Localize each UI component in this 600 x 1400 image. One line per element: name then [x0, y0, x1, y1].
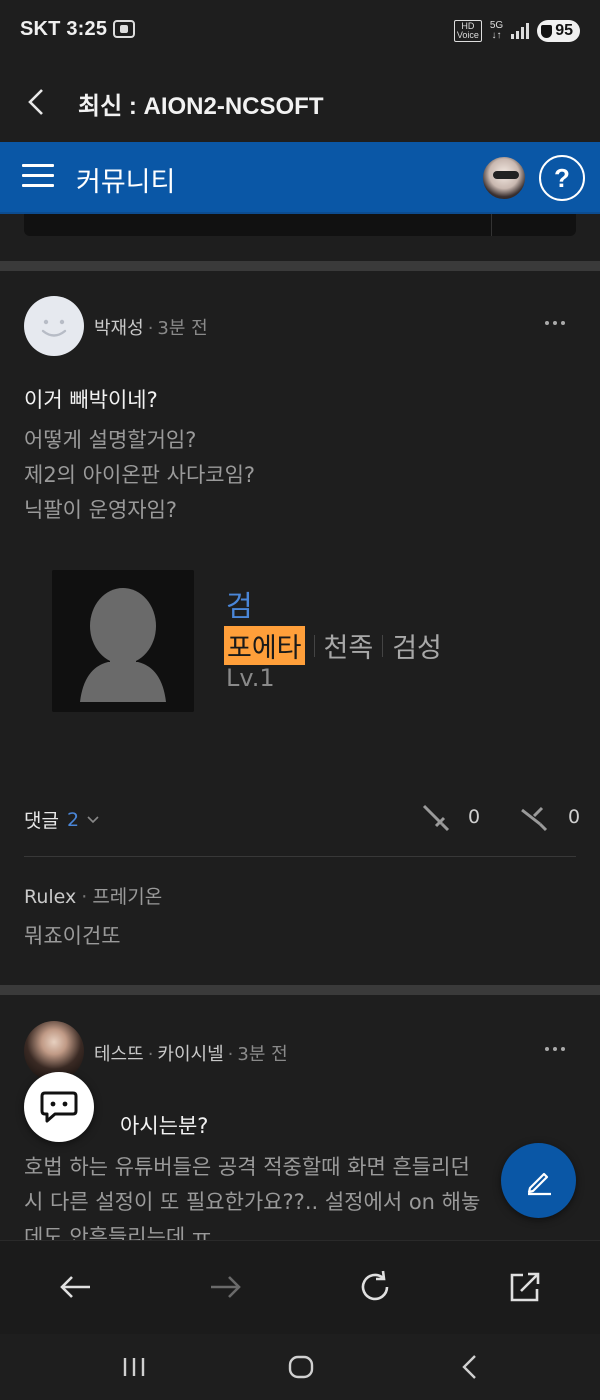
chevron-left-icon: [462, 1355, 476, 1379]
status-bar: SKT 3:25 HD Voice 5G ↓↑ 95: [0, 0, 600, 64]
character-name: 포에타: [224, 626, 305, 665]
like-count: 0: [468, 806, 481, 828]
recent-apps-button[interactable]: [119, 1352, 149, 1382]
character-race: 천족: [323, 633, 374, 664]
comment-separator: [24, 856, 576, 857]
arrow-left-icon: [60, 1276, 90, 1298]
comment-author[interactable]: Rulex: [24, 886, 76, 908]
post-author[interactable]: 박재성: [94, 318, 144, 339]
back-button[interactable]: [18, 84, 54, 120]
post-title[interactable]: 이거 빼박이네?: [24, 384, 158, 414]
title-bar: 최신 : AION2-NCSOFT: [0, 64, 600, 142]
post-server: 카이시넬: [157, 1044, 224, 1065]
menu-icon[interactable]: [22, 164, 54, 190]
profile-avatar[interactable]: [481, 155, 527, 201]
comments-count: 2: [66, 808, 80, 831]
more-options-icon[interactable]: [545, 321, 573, 331]
home-icon: [288, 1355, 314, 1379]
home-button[interactable]: [286, 1352, 316, 1382]
status-icons: HD Voice 5G ↓↑ 95: [453, 20, 580, 42]
help-button[interactable]: ?: [539, 155, 585, 201]
post-time: 3분 전: [237, 1044, 288, 1065]
battery-percent: 95: [555, 22, 573, 39]
browser-reload-button[interactable]: [355, 1267, 395, 1307]
recent-apps-icon: [123, 1358, 145, 1376]
like-button[interactable]: 0: [420, 802, 480, 832]
reload-icon: [361, 1270, 389, 1301]
post-meta: 테스뜨 · 카이시넬 · 3분 전: [94, 1044, 288, 1065]
character-portrait: [52, 570, 194, 712]
network-type-icon: 5G ↓↑: [489, 20, 504, 41]
more-options-icon[interactable]: [545, 1047, 573, 1057]
post-body[interactable]: 어떻게 설명할거임? 제2의 아이온판 사다코임? 닉팔이 운영자임?: [24, 423, 255, 528]
open-external-icon: [510, 1272, 540, 1302]
dislike-count: 0: [568, 806, 581, 828]
browser-share-button[interactable]: [505, 1267, 545, 1307]
post-author[interactable]: 테스뜨: [94, 1044, 144, 1065]
browser-forward-button[interactable]: [205, 1267, 245, 1307]
page-title: 최신 : AION2-NCSOFT: [78, 93, 324, 120]
post-time: 3분 전: [157, 318, 208, 339]
screen-record-icon: [113, 20, 136, 38]
post-divider: [0, 985, 600, 995]
search-box-remnant: [24, 214, 576, 236]
community-title: 커뮤니티: [76, 167, 176, 198]
character-info-row: 포에타 천족 검성: [224, 626, 442, 665]
chat-button[interactable]: [24, 1072, 94, 1142]
system-back-button[interactable]: [455, 1352, 485, 1382]
battery-indicator: 95: [537, 20, 580, 42]
comment-meta: Rulex · 프레기온: [24, 886, 163, 908]
post-meta: 박재성 · 3분 전: [94, 318, 208, 339]
smiley-avatar-icon: [26, 298, 82, 354]
browser-toolbar: [0, 1240, 600, 1334]
character-server: 검성: [392, 633, 442, 664]
avatar[interactable]: [24, 296, 84, 356]
silhouette-icon: [52, 570, 194, 712]
character-class: 검: [226, 589, 253, 623]
comments-toggle[interactable]: 댓글 2: [24, 806, 99, 833]
dislike-button[interactable]: 0: [520, 802, 580, 832]
comment-text[interactable]: 뭐죠이건또: [24, 920, 121, 950]
arrow-right-icon: [211, 1276, 241, 1298]
post-title[interactable]: 아시는분?: [120, 1110, 208, 1140]
character-level: Lv.1: [226, 664, 275, 692]
comments-label: 댓글: [24, 810, 59, 832]
carrier-time: SKT 3:25: [20, 18, 108, 40]
browser-back-button[interactable]: [56, 1267, 96, 1307]
pencil-icon: [527, 1172, 551, 1195]
sword-down-icon: [521, 806, 548, 832]
chevron-down-icon: [87, 815, 99, 823]
system-navigation-bar: [0, 1334, 600, 1400]
sword-up-icon: [422, 804, 450, 832]
signal-icon: [511, 23, 530, 39]
shield-icon: [541, 24, 553, 38]
chevron-left-icon: [28, 89, 43, 115]
post-body[interactable]: 호법 하는 유튜버들은 공격 적중할때 화면 흔들리던 시 다른 설정이 또 필…: [24, 1150, 524, 1240]
post-divider: [0, 261, 600, 271]
comment-server: 프레기온: [92, 886, 163, 908]
chat-bubble-icon: [40, 1091, 78, 1123]
hd-voice-icon: HD Voice: [453, 20, 482, 42]
status-carrier-time: SKT 3:25: [20, 18, 136, 41]
write-post-button[interactable]: [501, 1143, 576, 1218]
